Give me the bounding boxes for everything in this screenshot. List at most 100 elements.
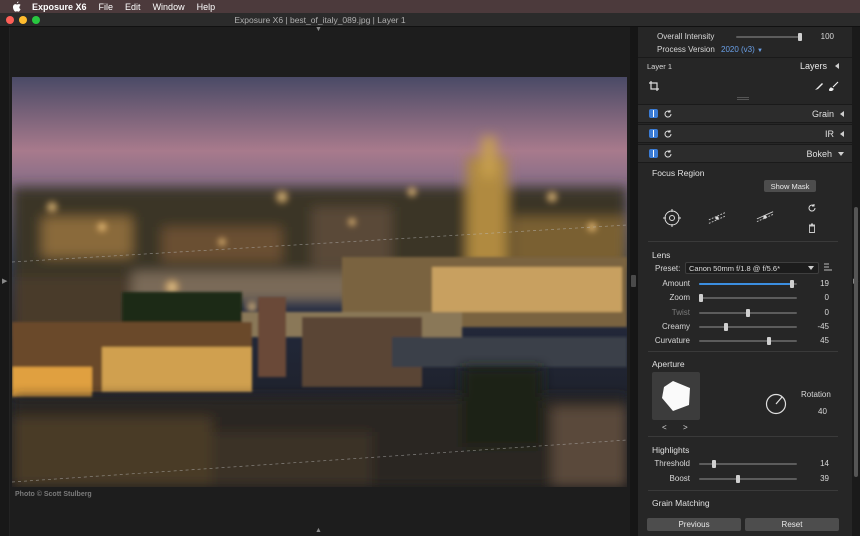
collapse-bottom-icon[interactable]: ▲ <box>315 527 322 534</box>
aperture-prev-button[interactable]: < <box>662 423 667 432</box>
grain-title: Grain <box>811 108 834 119</box>
bokeh-section-header[interactable]: Bokeh <box>638 144 852 163</box>
ir-toggle[interactable] <box>649 129 658 138</box>
bokeh-toggle[interactable] <box>649 149 658 158</box>
panel-footer: Previous Reset <box>638 513 852 536</box>
threshold-slider-knob[interactable] <box>712 460 717 468</box>
process-version-value: 2020 (v3) <box>721 45 755 54</box>
creamy-slider-knob[interactable] <box>724 322 729 331</box>
layer-name[interactable]: Layer 1 <box>647 62 672 71</box>
bokeh-collapse-icon[interactable] <box>838 151 844 156</box>
collapse-top-icon[interactable]: ▼ <box>315 26 322 33</box>
expand-left-panel-icon[interactable]: ▶ <box>2 277 7 285</box>
zoom-slider-knob[interactable] <box>699 294 703 303</box>
rotation-dial-icon[interactable] <box>764 392 788 416</box>
ir-reset-icon[interactable] <box>663 129 673 139</box>
chevron-down-icon <box>808 266 814 270</box>
panel-divider[interactable] <box>630 27 638 536</box>
amount-slider[interactable] <box>699 280 797 288</box>
grain-toggle[interactable] <box>649 109 658 118</box>
aperture-next-button[interactable]: > <box>683 423 688 432</box>
boost-value: 39 <box>820 473 829 483</box>
previous-button[interactable]: Previous <box>647 518 741 531</box>
curvature-value: 45 <box>820 336 829 346</box>
zoom-label: Zoom <box>669 293 690 303</box>
boost-slider[interactable] <box>699 474 797 483</box>
ir-section-header[interactable]: IR <box>638 124 852 143</box>
paint-brush-icon[interactable] <box>825 77 843 95</box>
menu-window[interactable]: Window <box>153 2 185 12</box>
overall-intensity-value: 100 <box>820 32 834 41</box>
process-version-dropdown[interactable]: 2020 (v3) ▼ <box>721 45 763 54</box>
photo-preview[interactable] <box>12 77 627 487</box>
rotation-label: Rotation <box>801 390 831 399</box>
reset-button[interactable]: Reset <box>745 518 839 531</box>
divider-line <box>648 436 838 437</box>
layers-tab[interactable]: Layers <box>800 61 827 71</box>
creamy-slider[interactable] <box>699 322 797 331</box>
panel-scrollbar[interactable]: ▶ <box>852 27 860 536</box>
apple-icon[interactable] <box>12 1 22 12</box>
zoom-value: 0 <box>824 293 829 303</box>
menu-edit[interactable]: Edit <box>125 2 141 12</box>
aperture-shape-preview[interactable] <box>652 372 700 420</box>
process-version-label: Process Version <box>657 45 715 54</box>
rotation-value: 40 <box>818 407 827 416</box>
reset-focus-icon[interactable] <box>803 199 821 217</box>
adjustments-panel: Overall Intensity 100 Process Version 20… <box>638 27 852 536</box>
show-mask-button[interactable]: Show Mask <box>764 180 816 192</box>
menu-help[interactable]: Help <box>197 2 216 12</box>
window-title: Exposure X6 | best_of_italy_089.jpg | La… <box>234 15 406 25</box>
divider-line <box>648 241 838 242</box>
menu-app-name[interactable]: Exposure X6 <box>32 2 87 12</box>
divider-line <box>648 490 838 491</box>
preset-dropdown[interactable]: Canon 50mm f/1.8 @ f/5.6* <box>685 262 819 274</box>
preset-menu-icon[interactable] <box>821 260 835 274</box>
crop-icon[interactable] <box>645 77 663 95</box>
grain-section-header[interactable]: Grain <box>638 104 852 123</box>
highlights-title: Highlights <box>652 445 690 455</box>
scrollbar-thumb[interactable] <box>854 207 858 477</box>
radial-focus-icon[interactable] <box>663 209 681 227</box>
photo-credit: Photo © Scott Stulberg <box>15 491 92 498</box>
twist-slider-knob[interactable] <box>746 308 750 317</box>
curvature-slider-knob[interactable] <box>766 337 771 346</box>
threshold-slider[interactable] <box>699 460 797 468</box>
aperture-title: Aperture <box>652 359 685 369</box>
bokeh-reset-icon[interactable] <box>663 149 673 159</box>
tilt-focus-icon[interactable] <box>756 209 774 227</box>
left-panel-collapsed[interactable]: ▶ <box>0 27 10 536</box>
zoom-slider[interactable] <box>699 294 797 303</box>
creamy-label: Creamy <box>661 321 690 331</box>
grain-reset-icon[interactable] <box>663 109 673 119</box>
bokeh-title: Bokeh <box>806 148 832 159</box>
divider-handle[interactable] <box>631 275 636 287</box>
twist-label: Twist <box>671 307 690 317</box>
lens-title: Lens <box>652 250 671 260</box>
creamy-value: -45 <box>817 321 829 331</box>
twist-slider[interactable] <box>699 308 797 317</box>
trash-icon[interactable] <box>803 219 821 237</box>
grain-expand-icon[interactable] <box>840 110 844 117</box>
aperture-hexagon-icon <box>662 381 690 411</box>
threshold-label: Threshold <box>654 459 690 468</box>
menu-file[interactable]: File <box>99 2 114 12</box>
overall-intensity-label: Overall Intensity <box>657 32 715 41</box>
overall-intensity-slider[interactable] <box>736 33 802 41</box>
divider-line <box>648 351 838 352</box>
curvature-slider[interactable] <box>699 337 797 346</box>
amount-slider-knob[interactable] <box>790 280 795 288</box>
chevron-down-icon: ▼ <box>757 48 763 54</box>
divider-line <box>638 57 852 58</box>
menu-bar: Exposure X6 File Edit Window Help <box>0 0 860 13</box>
overall-intensity-knob[interactable] <box>798 33 802 41</box>
ir-title: IR <box>825 128 834 139</box>
city-photo-image <box>12 77 627 487</box>
layers-collapse-icon[interactable] <box>835 63 839 69</box>
amount-label: Amount <box>662 279 690 288</box>
window-titlebar: Exposure X6 | best_of_italy_089.jpg | La… <box>0 13 860 27</box>
resize-grip-icon[interactable] <box>737 97 749 100</box>
boost-slider-knob[interactable] <box>735 474 740 483</box>
linear-focus-icon[interactable] <box>708 209 726 227</box>
ir-expand-icon[interactable] <box>840 130 844 137</box>
